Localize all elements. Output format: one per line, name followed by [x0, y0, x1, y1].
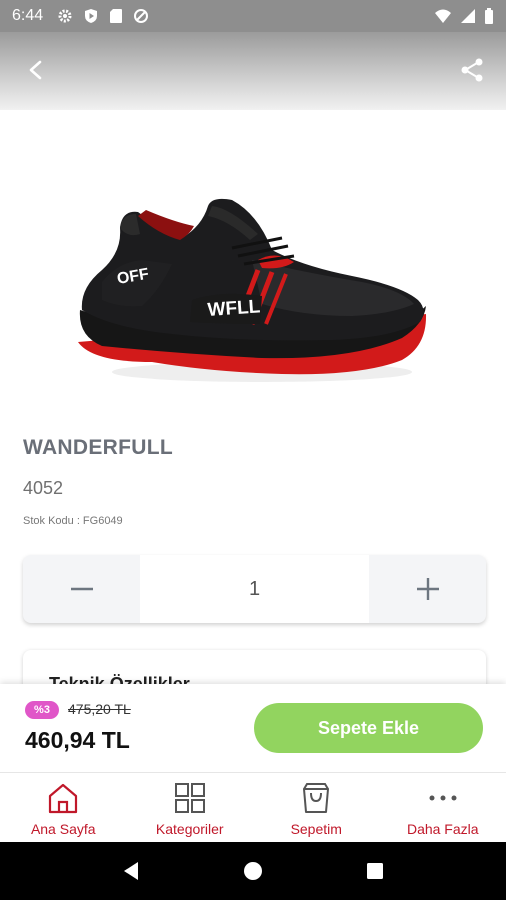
system-recents-icon[interactable]: [364, 860, 386, 882]
decrease-quantity-button[interactable]: [23, 555, 140, 623]
nav-item-home[interactable]: Ana Sayfa: [0, 773, 127, 842]
sd-card-icon: [110, 9, 123, 23]
old-price: 475,20 TL: [68, 701, 131, 717]
chevron-left-icon: [29, 60, 42, 80]
grid-icon: [173, 781, 207, 815]
status-bar: 6:44: [0, 0, 506, 32]
battery-icon: [485, 8, 493, 24]
stock-code: Stok Kodu : FG6049: [23, 515, 123, 527]
plus-icon: [416, 578, 439, 600]
system-navigation-bar: [0, 842, 506, 900]
back-button[interactable]: [22, 56, 50, 84]
current-price: 460,94 TL: [25, 727, 130, 753]
product-image[interactable]: OFF WFLL: [62, 110, 444, 410]
add-to-cart-button[interactable]: Sepete Ekle: [254, 703, 483, 753]
home-icon: [46, 781, 80, 815]
sneaker-image: OFF WFLL: [78, 198, 427, 382]
nav-label-home: Ana Sayfa: [30, 821, 96, 837]
wifi-icon: [435, 9, 451, 23]
minus-icon: [70, 587, 93, 591]
system-back-icon[interactable]: [120, 860, 142, 882]
shoe-wfll-label: WFLL: [207, 296, 261, 321]
quantity-stepper: 1: [23, 555, 486, 623]
nav-item-categories[interactable]: Kategoriler: [127, 773, 254, 842]
discount-badge: %3: [25, 701, 59, 719]
increase-quantity-button[interactable]: [369, 555, 486, 623]
status-time: 6:44: [12, 7, 44, 24]
signal-icon: [461, 9, 475, 23]
settings-icon: [58, 9, 72, 23]
play-protect-icon: [85, 9, 98, 23]
nav-item-more[interactable]: Daha Fazla: [380, 773, 506, 842]
more-icon: [426, 781, 460, 815]
nav-label-categories: Kategoriler: [155, 821, 224, 837]
cart-icon: [299, 781, 333, 815]
system-home-icon[interactable]: [242, 860, 264, 882]
product-header: [0, 32, 506, 110]
product-name: 4052: [23, 478, 64, 498]
share-icon: [461, 58, 483, 82]
nav-label-cart: Sepetim: [290, 821, 342, 837]
product-brand: WANDERFULL: [23, 436, 173, 459]
nav-item-cart[interactable]: Sepetim: [253, 773, 380, 842]
quantity-value[interactable]: 1: [140, 555, 369, 623]
bottom-navigation: Ana Sayfa Kategoriler Sepetim Daha Fazla: [0, 772, 506, 842]
nav-label-more: Daha Fazla: [406, 821, 479, 837]
data-saver-icon: [134, 9, 149, 23]
share-button[interactable]: [458, 56, 486, 84]
